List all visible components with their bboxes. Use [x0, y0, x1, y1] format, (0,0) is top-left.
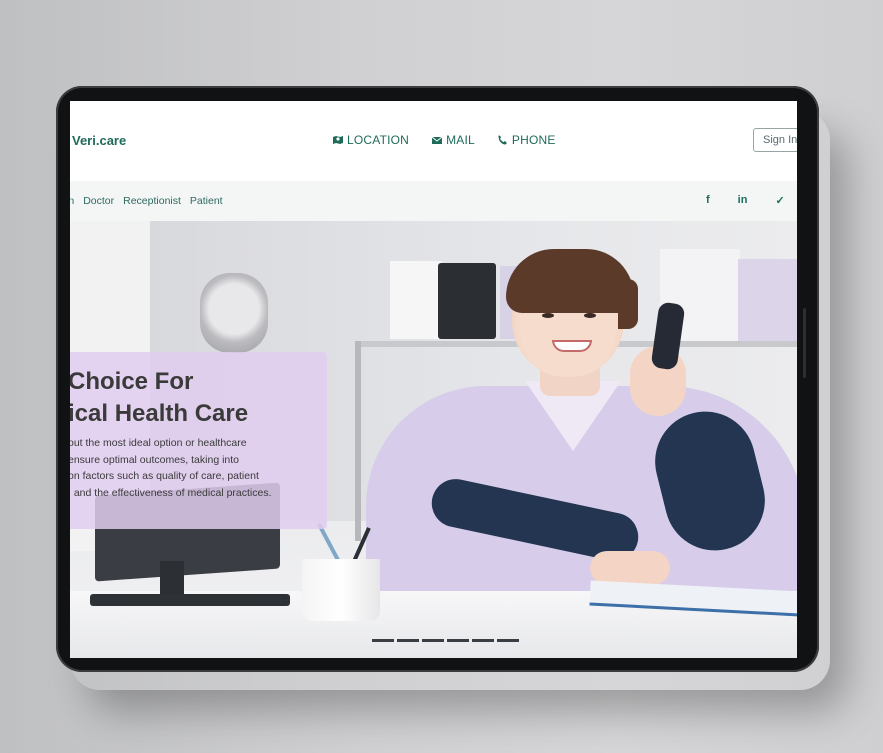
logo[interactable]: Veri.care: [72, 133, 126, 148]
hero-description-line: ensure optimal outcomes, taking into: [70, 453, 240, 466]
hero-image-eye: [584, 313, 596, 318]
facebook-icon[interactable]: f: [706, 194, 710, 207]
twitter-icon[interactable]: ✓: [775, 194, 784, 207]
hero-title-line: ical Health Care: [70, 400, 249, 427]
carousel-dot[interactable]: [372, 639, 394, 642]
sign-in-button[interactable]: Sign In: [753, 128, 797, 152]
hero-description-line: , and the effectiveness of medical pract…: [70, 486, 272, 499]
nav-item-admin[interactable]: in: [70, 195, 74, 207]
phone-link[interactable]: PHONE: [497, 133, 556, 147]
carousel-indicators: [372, 639, 519, 642]
tablet-screen: Veri.care LOCATION MAIL PHONE Sign In in…: [70, 101, 797, 658]
nav-item-receptionist[interactable]: Receptionist: [123, 195, 181, 207]
hero-image-hair: [506, 249, 634, 313]
social-links: f in ✓: [706, 194, 785, 207]
nav-item-doctor[interactable]: Doctor: [83, 195, 114, 207]
phone-icon: [498, 135, 507, 145]
hero-image-hair: [618, 279, 638, 329]
hero-banner: Choice For ical Health Care out the most…: [70, 221, 797, 658]
hero-title-line: Choice For: [70, 368, 194, 395]
nav-item-patient[interactable]: Patient: [190, 195, 223, 207]
hero-description: out the most ideal option or healthcare …: [70, 435, 308, 501]
hero-image-shelf-box: [738, 259, 797, 341]
mail-icon: [431, 136, 443, 144]
hero-description-line: out the most ideal option or healthcare: [70, 437, 247, 449]
hero-image-clock: [200, 273, 268, 353]
nav-links: in Doctor Receptionist Patient: [70, 195, 223, 207]
tablet-side-button: [803, 308, 806, 378]
carousel-dot[interactable]: [447, 639, 469, 642]
location-label: LOCATION: [347, 133, 410, 147]
hero-image-shelf-post: [355, 341, 361, 541]
map-pin-icon: [333, 136, 343, 144]
hero-image-shelf-box: [438, 263, 496, 339]
hero-image-eye: [542, 313, 554, 318]
contact-links: LOCATION MAIL PHONE: [332, 133, 556, 147]
nav-bar: in Doctor Receptionist Patient f in ✓: [70, 181, 797, 222]
linkedin-icon[interactable]: in: [738, 194, 748, 207]
hero-title: Choice For ical Health Care: [70, 366, 248, 430]
phone-label: PHONE: [511, 133, 556, 147]
hero-image-pen-cup: [302, 559, 380, 621]
mail-label: MAIL: [446, 133, 475, 147]
carousel-dot[interactable]: [497, 639, 519, 642]
carousel-dot[interactable]: [472, 639, 494, 642]
mail-link[interactable]: MAIL: [431, 133, 475, 147]
top-bar: Veri.care LOCATION MAIL PHONE Sign In: [70, 101, 797, 181]
hero-image-shelf-box: [390, 261, 442, 339]
hero-image-monitor-base: [90, 594, 290, 606]
carousel-dot[interactable]: [397, 639, 419, 642]
hero-description-line: on factors such as quality of care, pati…: [70, 470, 259, 482]
hero-image-smile: [552, 340, 592, 352]
hero-image-hand: [590, 551, 670, 585]
location-link[interactable]: LOCATION: [332, 133, 409, 147]
carousel-dot[interactable]: [422, 639, 444, 642]
